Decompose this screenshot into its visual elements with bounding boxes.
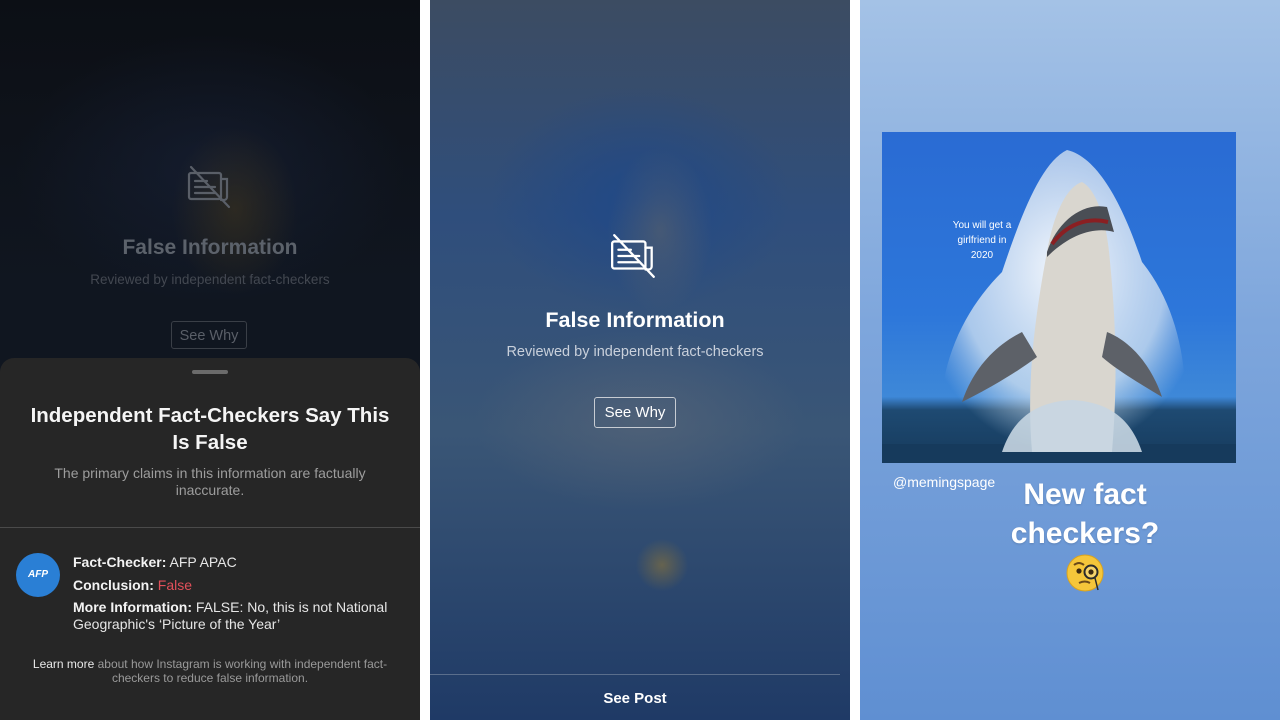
left-screen: False Information Reviewed by independen… <box>0 0 420 720</box>
learn-more-text: Learn more about how Instagram is workin… <box>10 657 410 685</box>
fact-checker-label: Fact-Checker: <box>73 554 167 570</box>
learn-more-description: about how Instagram is working with inde… <box>97 657 388 685</box>
username-tag: @memingspage <box>893 474 996 490</box>
false-info-icon <box>611 234 655 278</box>
dimmed-false-info-title: False Information <box>122 236 298 259</box>
learn-more-link[interactable]: Learn more <box>33 657 94 671</box>
conclusion-row: Conclusion: False <box>73 577 408 594</box>
sheet-drag-handle[interactable] <box>192 370 228 374</box>
see-post-button[interactable]: See Post <box>430 690 840 707</box>
middle-screen: False Information Reviewed by independen… <box>430 0 850 720</box>
afp-logo-icon: AFP <box>16 553 60 597</box>
more-info-label: More Information: <box>73 599 192 615</box>
sheet-description: The primary claims in this information a… <box>54 465 366 498</box>
sheet-title: Independent Fact-Checkers Say This Is Fa… <box>30 404 390 454</box>
shark-meme-image: You will get a girlfriend in 2020 <box>882 132 1236 463</box>
meme-caption-text: You will get a girlfriend in 2020 <box>952 220 1012 261</box>
see-why-button[interactable]: See Why <box>594 397 676 428</box>
fact-checker-value: AFP APAC <box>169 554 237 570</box>
dimmed-reviewed-subtitle: Reviewed by independent fact-checkers <box>90 272 330 287</box>
right-screen: You will get a girlfriend in 2020 @memin… <box>860 0 1280 720</box>
conclusion-label: Conclusion: <box>73 576 154 593</box>
reviewed-subtitle: Reviewed by independent fact-checkers <box>506 344 764 360</box>
blurred-post-background <box>430 0 850 720</box>
conclusion-value: False <box>157 576 193 593</box>
sheet-divider <box>0 527 420 528</box>
false-info-icon <box>187 165 231 209</box>
fact-checker-row: Fact-Checker: AFP APAC <box>73 554 408 571</box>
fact-check-details: Fact-Checker: AFP APAC Conclusion: False… <box>73 554 408 639</box>
fact-check-sheet: Independent Fact-Checkers Say This Is Fa… <box>0 358 420 720</box>
dimmed-see-why-button[interactable]: See Why <box>171 321 247 349</box>
shark-illustration <box>882 150 1236 463</box>
false-info-title: False Information <box>545 308 725 332</box>
bottom-divider <box>430 674 840 675</box>
face-with-monocle-icon <box>1066 554 1104 592</box>
story-caption: New fact checkers? <box>1010 478 1160 550</box>
more-info-row: More Information: FALSE: No, this is not… <box>73 599 408 633</box>
